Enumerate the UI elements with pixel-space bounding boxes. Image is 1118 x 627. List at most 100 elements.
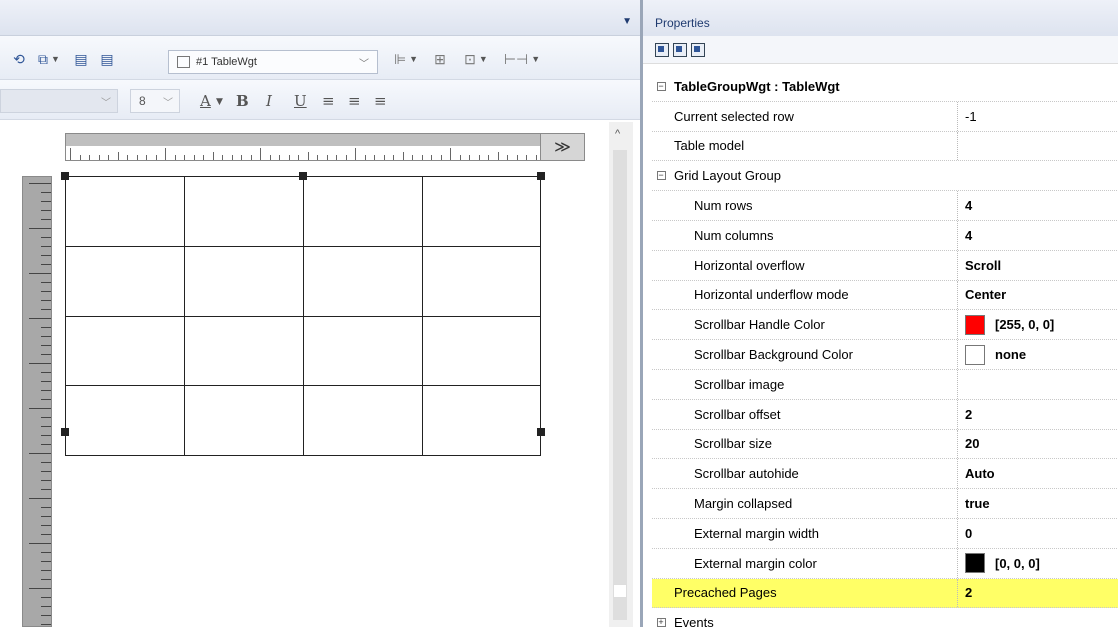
horizontal-ruler: ≫ — [65, 133, 585, 161]
property-value[interactable]: 4 — [957, 191, 1118, 220]
table-widget[interactable] — [65, 176, 541, 456]
font-size-select[interactable]: 8 ﹀ — [130, 89, 180, 113]
designer-pane: ▼ ⟲ ⧉ ▼ ▤ ▤ #1 TableWgt ﹀ ⊫ ▼ ⊞ ⊡ ▼ ⊢⊣ ▼ ﹀ 8… — [0, 0, 640, 627]
property-group-header[interactable]: − TableGroupWgt : TableWgt — [652, 72, 1118, 102]
property-row[interactable]: Scrollbar offset 2 — [652, 399, 1118, 430]
align-center-icon[interactable]: ≡ — [348, 92, 361, 110]
arrange-icon[interactable]: ⧉ ▼ — [32, 48, 66, 70]
property-row[interactable]: Num rows 4 — [652, 191, 1118, 221]
property-value-text: Auto — [965, 466, 995, 482]
resize-handle[interactable] — [537, 172, 545, 180]
property-value-text: 0 — [965, 525, 973, 541]
alphabetical-icon[interactable] — [673, 42, 687, 57]
resize-handle[interactable] — [537, 428, 545, 436]
property-name: Num rows — [694, 198, 753, 214]
property-row[interactable]: Margin collapsed true — [652, 489, 1118, 519]
property-row[interactable]: Scrollbar Background Color none — [652, 340, 1118, 370]
layout-toolbar: ⟲ ⧉ ▼ ▤ ▤ #1 TableWgt ﹀ ⊫ ▼ ⊞ ⊡ ▼ ⊢⊣ ▼ — [0, 36, 640, 80]
property-value[interactable]: 4 — [957, 220, 1118, 250]
property-value[interactable]: Center — [957, 280, 1118, 310]
resize-handle[interactable] — [61, 428, 69, 436]
property-name: Horizontal underflow mode — [694, 287, 849, 303]
property-row[interactable]: External margin color [0, 0, 0] — [652, 548, 1118, 579]
property-value-text: 2 — [965, 585, 973, 601]
property-row[interactable]: Scrollbar Handle Color [255, 0, 0] — [652, 310, 1118, 341]
font-size-value: 8 — [139, 94, 146, 108]
property-value[interactable] — [957, 131, 1118, 161]
property-name: External margin color — [694, 555, 817, 571]
color-swatch[interactable] — [965, 314, 985, 335]
spacing-icon[interactable]: ⊢⊣ ▼ — [500, 48, 544, 70]
expand-icon[interactable]: + — [652, 608, 670, 627]
collapse-icon[interactable]: − — [652, 72, 670, 101]
bring-front-icon[interactable]: ▤ — [70, 48, 92, 70]
distribute-icon[interactable]: ⊡ ▼ — [456, 48, 496, 70]
bold-button[interactable]: B — [236, 92, 249, 110]
property-value[interactable]: 2 — [957, 578, 1118, 608]
rotate-icon[interactable]: ⟲ — [8, 48, 30, 70]
align-icon[interactable]: ⊫ ▼ — [386, 48, 426, 70]
property-value[interactable]: 0 — [957, 518, 1118, 548]
property-value[interactable]: none — [957, 340, 1118, 369]
property-name: Grid Layout Group — [674, 168, 781, 184]
scroll-track[interactable] — [613, 150, 627, 620]
center-icon[interactable]: ⊞ — [428, 48, 452, 70]
property-value[interactable]: true — [957, 489, 1118, 518]
pane-dropdown-icon[interactable]: ▼ — [622, 16, 632, 27]
property-row[interactable]: Horizontal overflow Scroll — [652, 250, 1118, 281]
property-row[interactable]: Scrollbar image — [652, 369, 1118, 400]
scroll-thumb[interactable] — [613, 584, 627, 598]
property-pages-icon[interactable] — [691, 42, 705, 57]
property-row[interactable]: Scrollbar size 20 — [652, 429, 1118, 460]
properties-title: Properties — [643, 0, 1118, 36]
align-left-icon[interactable]: ≡ — [322, 92, 335, 110]
widget-selector-label: #1 TableWgt — [196, 56, 257, 68]
categorized-icon[interactable] — [655, 42, 669, 57]
property-name: Horizontal overflow — [694, 257, 805, 273]
property-name: External margin width — [694, 525, 819, 541]
property-name: Precached Pages — [674, 585, 777, 601]
property-row[interactable]: + Events — [652, 608, 1118, 627]
property-value[interactable]: Scroll — [957, 250, 1118, 280]
property-value[interactable] — [957, 369, 1118, 399]
font-color-dropdown-icon[interactable]: ▼ — [216, 97, 223, 107]
property-row[interactable]: Horizontal underflow mode Center — [652, 280, 1118, 311]
property-subgroup-header[interactable]: − Grid Layout Group — [652, 161, 1118, 192]
text-toolbar: ﹀ 8 ﹀ A ▼ B I U ≡ ≡ ≡ — [0, 80, 640, 120]
chevron-down-icon: ﹀ — [163, 97, 173, 109]
color-swatch[interactable] — [965, 553, 985, 574]
property-value[interactable]: 20 — [957, 429, 1118, 459]
property-value-text: true — [965, 496, 990, 512]
send-back-icon[interactable]: ▤ — [96, 48, 118, 70]
widget-selector[interactable]: #1 TableWgt ﹀ — [168, 50, 378, 74]
property-value[interactable]: 2 — [957, 399, 1118, 429]
property-row[interactable]: Precached Pages 2 — [652, 578, 1118, 609]
property-value[interactable]: Auto — [957, 459, 1118, 489]
property-name: Margin collapsed — [694, 496, 793, 512]
property-row[interactable]: Num columns 4 — [652, 220, 1118, 251]
property-value[interactable]: [0, 0, 0] — [957, 548, 1118, 578]
align-right-icon[interactable]: ≡ — [374, 92, 387, 110]
property-row[interactable]: Scrollbar autohide Auto — [652, 459, 1118, 490]
property-value-text: 4 — [965, 198, 973, 214]
property-name: Scrollbar Handle Color — [694, 317, 825, 333]
resize-handle[interactable] — [61, 172, 69, 180]
scroll-up-icon[interactable]: ^ — [615, 128, 620, 140]
property-value[interactable]: [255, 0, 0] — [957, 310, 1118, 340]
resize-handle[interactable] — [299, 172, 307, 180]
color-swatch[interactable] — [965, 344, 985, 365]
property-value[interactable]: -1 — [957, 101, 1118, 131]
property-row[interactable]: External margin width 0 — [652, 518, 1118, 549]
property-row[interactable]: Table model — [652, 131, 1118, 162]
underline-button[interactable]: U — [294, 92, 307, 110]
italic-button[interactable]: I — [266, 92, 272, 110]
property-row[interactable]: Current selected row -1 — [652, 101, 1118, 132]
font-color-button[interactable]: A — [200, 92, 211, 110]
font-family-select[interactable]: ﹀ — [0, 89, 118, 113]
property-name: Scrollbar size — [694, 436, 773, 452]
collapse-icon[interactable]: − — [652, 161, 670, 190]
vertical-scrollbar[interactable]: ^ — [609, 122, 633, 627]
property-value-text: Scroll — [965, 257, 1002, 273]
ruler-expand-button[interactable]: ≫ — [540, 134, 584, 160]
widget-icon — [177, 56, 190, 68]
